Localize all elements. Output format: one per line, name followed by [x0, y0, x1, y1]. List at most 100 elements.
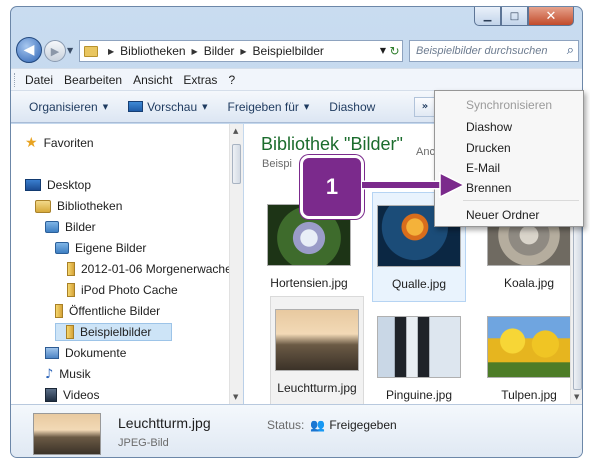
- breadcrumb-pictures[interactable]: Bilder: [204, 44, 235, 58]
- refresh-icon[interactable]: ↻: [386, 44, 403, 58]
- scroll-down-icon[interactable]: ▼: [233, 393, 238, 401]
- chevron-right-icon[interactable]: ▶: [240, 47, 246, 56]
- organize-button[interactable]: Organisieren ▼: [29, 100, 108, 114]
- file-name: Pinguine.jpg: [385, 388, 453, 402]
- tulips-photo: [487, 316, 571, 378]
- arrow-right-icon: ▶: [50, 44, 60, 58]
- nav-label: Dokumente: [65, 346, 127, 360]
- slideshow-button[interactable]: Diashow: [329, 100, 375, 114]
- file-name: Leuchtturm.jpg: [277, 381, 357, 395]
- menu-help[interactable]: ?: [228, 73, 235, 87]
- file-name: Qualle.jpg: [391, 277, 447, 291]
- details-pane: Leuchtturm.jpg JPEG-Bild Status: 👥 Freig…: [11, 404, 582, 457]
- nav-documents[interactable]: Dokumente: [45, 344, 126, 362]
- music-icon: ♪: [45, 366, 54, 382]
- nav-folder-ipod[interactable]: iPod Photo Cache: [67, 281, 178, 299]
- star-icon: ★: [25, 135, 38, 151]
- minimize-button[interactable]: ▁: [474, 7, 501, 26]
- nav-desktop[interactable]: Desktop: [25, 176, 91, 194]
- scroll-down-icon[interactable]: ▼: [574, 393, 579, 401]
- file-item-leuchtturm[interactable]: Leuchtturm.jpg: [270, 296, 364, 406]
- details-file-name: Leuchtturm.jpg: [118, 415, 211, 431]
- libraries-icon: [35, 199, 51, 213]
- pictures-library-icon: [45, 221, 59, 233]
- breadcrumb-sample-pictures[interactable]: Beispielbilder: [253, 44, 324, 58]
- preview-label: Vorschau: [147, 99, 198, 114]
- folder-icon: [67, 283, 75, 297]
- menu-file[interactable]: Datei: [25, 73, 53, 87]
- menu-item-slideshow[interactable]: Diashow: [466, 120, 512, 134]
- library-title: Bibliothek "Bilder": [261, 134, 403, 154]
- file-name: Tulpen.jpg: [501, 388, 557, 402]
- nav-label: Öffentliche Bilder: [69, 304, 161, 318]
- chevron-right-icon[interactable]: ▶: [108, 47, 114, 56]
- nav-sample-pictures[interactable]: Beispielbilder: [55, 323, 173, 341]
- nav-my-pictures[interactable]: Eigene Bilder: [55, 239, 146, 257]
- nav-pictures[interactable]: Bilder: [45, 218, 96, 236]
- search-input[interactable]: Beispielbilder durchsuchen ⌕: [409, 40, 579, 62]
- nav-folder-morning[interactable]: 2012-01-06 Morgenerwache: [67, 260, 232, 278]
- file-item-tulpen[interactable]: Tulpen.jpg: [482, 304, 576, 414]
- callout-number: 1: [325, 174, 339, 199]
- menu-edit[interactable]: Bearbeiten: [64, 73, 122, 87]
- menu-view[interactable]: Ansicht: [133, 73, 172, 87]
- nav-music[interactable]: ♪ Musik: [45, 365, 91, 383]
- close-button[interactable]: ✕: [528, 7, 574, 26]
- share-label: Freigeben für: [227, 99, 299, 114]
- breadcrumb-libraries[interactable]: Bibliotheken: [120, 44, 185, 58]
- preview-icon: [128, 101, 144, 112]
- slideshow-label: Diashow: [329, 99, 376, 114]
- lighthouse-photo: [275, 309, 359, 371]
- callout-arrow: [362, 171, 466, 199]
- nav-label: iPod Photo Cache: [81, 283, 178, 297]
- menu-item-new-folder[interactable]: Neuer Ordner: [466, 208, 539, 222]
- shared-users-icon: 👥: [310, 418, 326, 432]
- search-placeholder: Beispielbilder durchsuchen: [416, 45, 548, 57]
- dropdown-arrow-icon: ▼: [102, 102, 109, 111]
- nav-libraries[interactable]: Bibliotheken: [35, 197, 122, 215]
- folder-icon: [55, 304, 63, 318]
- nav-public-pictures[interactable]: Öffentliche Bilder: [55, 302, 160, 320]
- nav-label: Bilder: [65, 220, 96, 234]
- video-icon: [45, 388, 57, 402]
- scrollbar-thumb[interactable]: [232, 144, 241, 184]
- more-commands-button[interactable]: »: [414, 97, 436, 117]
- scroll-up-icon[interactable]: ▲: [233, 127, 238, 135]
- folder-icon: [66, 325, 74, 339]
- preview-button[interactable]: Vorschau ▼: [128, 99, 208, 114]
- arrow-left-icon: ◀: [23, 42, 35, 58]
- menu-tools[interactable]: Extras: [183, 73, 217, 87]
- back-button[interactable]: ◀: [16, 37, 42, 63]
- nav-videos[interactable]: Videos: [45, 386, 99, 404]
- status-label: Status:: [267, 418, 305, 432]
- maximize-button[interactable]: □: [501, 7, 528, 26]
- documents-icon: [45, 347, 59, 359]
- chevron-right-icon[interactable]: ▶: [192, 47, 198, 56]
- navigation-scrollbar[interactable]: ▲ ▼: [229, 124, 243, 404]
- pictures-folder-icon: [55, 242, 69, 254]
- navigation-pane: ★ Favoriten Desktop Bibliotheken Bilder …: [11, 124, 243, 404]
- menu-item-print[interactable]: Drucken: [466, 141, 511, 155]
- address-bar[interactable]: ▶ Bibliotheken ▶ Bilder ▶ Beispielbilder…: [79, 40, 403, 62]
- more-commands-menu: Synchronisieren Diashow Drucken E-Mail B…: [434, 90, 584, 227]
- arrange-by-label[interactable]: Anc: [416, 146, 435, 158]
- nav-favorites[interactable]: ★ Favoriten: [25, 134, 94, 152]
- step-callout: 1: [300, 155, 364, 219]
- menu-item-burn[interactable]: Brennen: [466, 181, 511, 195]
- address-row: ◀ ▶ ▼ ▶ Bibliotheken ▶ Bilder ▶ Beispiel…: [11, 35, 582, 65]
- menu-item-email[interactable]: E-Mail: [466, 161, 500, 175]
- search-icon[interactable]: ⌕: [567, 43, 574, 58]
- forward-button[interactable]: ▶: [44, 40, 66, 62]
- lighthouse-photo: [33, 413, 101, 455]
- file-name: Hortensien.jpg: [270, 276, 348, 290]
- recent-pages-dropdown[interactable]: ▼: [67, 46, 73, 55]
- nav-label: Musik: [59, 367, 91, 381]
- details-status: Status: 👥 Freigegeben: [267, 418, 397, 432]
- file-item-pinguine[interactable]: Pinguine.jpg: [372, 304, 466, 414]
- library-subtitle: Beispi: [262, 158, 292, 170]
- caption-buttons: ▁ □ ✕: [474, 7, 574, 29]
- folder-icon: [67, 262, 75, 276]
- nav-label: 2012-01-06 Morgenerwache: [81, 262, 232, 276]
- share-with-button[interactable]: Freigeben für ▼: [228, 100, 310, 114]
- explorer-window: ▁ □ ✕ ◀ ▶ ▼ ▶ Bibliotheken ▶ Bilder ▶ Be…: [10, 6, 583, 458]
